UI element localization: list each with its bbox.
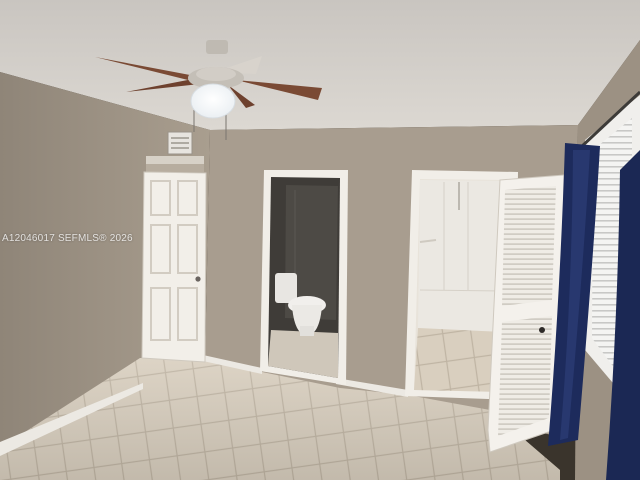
door-icon	[141, 171, 207, 363]
watermark: A12046017 SEFMLS® 2026	[2, 233, 133, 244]
air-vent-icon	[167, 131, 193, 155]
room-photo: A12046017 SEFMLS® 2026	[0, 0, 640, 480]
light-bulb-icon	[190, 83, 236, 119]
